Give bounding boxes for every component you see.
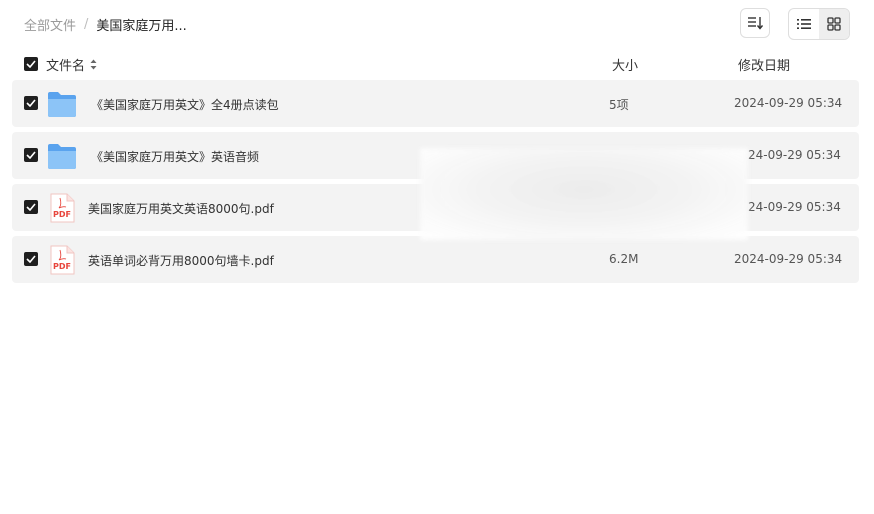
table-row[interactable]: PDF 英语单词必背万用8000句墙卡.pdf 6.2M 2024-09-29 … (12, 236, 859, 283)
breadcrumb-current: 美国家庭万用... (96, 18, 187, 34)
select-all-checkbox[interactable] (24, 57, 38, 71)
date-column-header[interactable]: 修改日期 (738, 55, 790, 74)
row-checkbox[interactable] (24, 148, 38, 162)
folder-icon (48, 92, 76, 117)
size-column-header[interactable]: 大小 (612, 55, 638, 74)
check-icon (26, 255, 36, 263)
sort-caret-icon (90, 59, 97, 70)
row-checkbox[interactable] (24, 96, 38, 110)
breadcrumb: 全部文件 / 美国家庭万用... (24, 14, 187, 34)
sort-button[interactable] (740, 8, 770, 38)
file-name[interactable]: 《美国家庭万用英文》全4册点读包 (91, 96, 279, 113)
file-name[interactable]: 美国家庭万用英文英语8000句.pdf (88, 200, 274, 217)
file-name[interactable]: 《美国家庭万用英文》英语音频 (91, 148, 259, 165)
grid-view-button[interactable] (819, 9, 849, 39)
svg-text:PDF: PDF (53, 262, 71, 271)
file-name[interactable]: 英语单词必背万用8000句墙卡.pdf (88, 252, 274, 269)
name-column-header[interactable]: 文件名 (46, 55, 97, 74)
pdf-file-icon: PDF (50, 193, 75, 223)
grid-view-icon (827, 17, 841, 31)
file-date: 24-09-29 05:34 (748, 148, 841, 162)
row-checkbox[interactable] (24, 252, 38, 266)
svg-text:PDF: PDF (53, 210, 71, 219)
check-icon (26, 203, 36, 211)
folder-icon (48, 144, 76, 169)
breadcrumb-root-link[interactable]: 全部文件 (24, 15, 76, 34)
list-view-button[interactable] (789, 9, 819, 39)
sort-lines-icon (748, 17, 763, 30)
file-browser: 全部文件 / 美国家庭万用... 文件名 大小 修改日期 《美国家庭万用英文》全… (0, 0, 874, 514)
list-view-icon (797, 19, 811, 29)
name-header-label: 文件名 (46, 59, 86, 74)
view-toggle (788, 8, 850, 40)
check-icon (26, 60, 36, 68)
file-date: 2024-09-29 05:34 (734, 252, 843, 266)
pdf-file-icon: PDF (50, 245, 75, 275)
file-size: 5项 (609, 98, 629, 112)
table-row[interactable]: 《美国家庭万用英文》全4册点读包 5项 2024-09-29 05:34 (12, 80, 859, 127)
check-icon (26, 151, 36, 159)
blurred-overlay (420, 148, 748, 240)
check-icon (26, 99, 36, 107)
file-date: 2024-09-29 05:34 (734, 96, 843, 110)
breadcrumb-separator: / (84, 16, 89, 32)
row-checkbox[interactable] (24, 200, 38, 214)
table-header: 文件名 大小 修改日期 (0, 52, 874, 76)
file-date: 24-09-29 05:34 (748, 200, 841, 214)
file-size: 6.2M (609, 252, 639, 266)
